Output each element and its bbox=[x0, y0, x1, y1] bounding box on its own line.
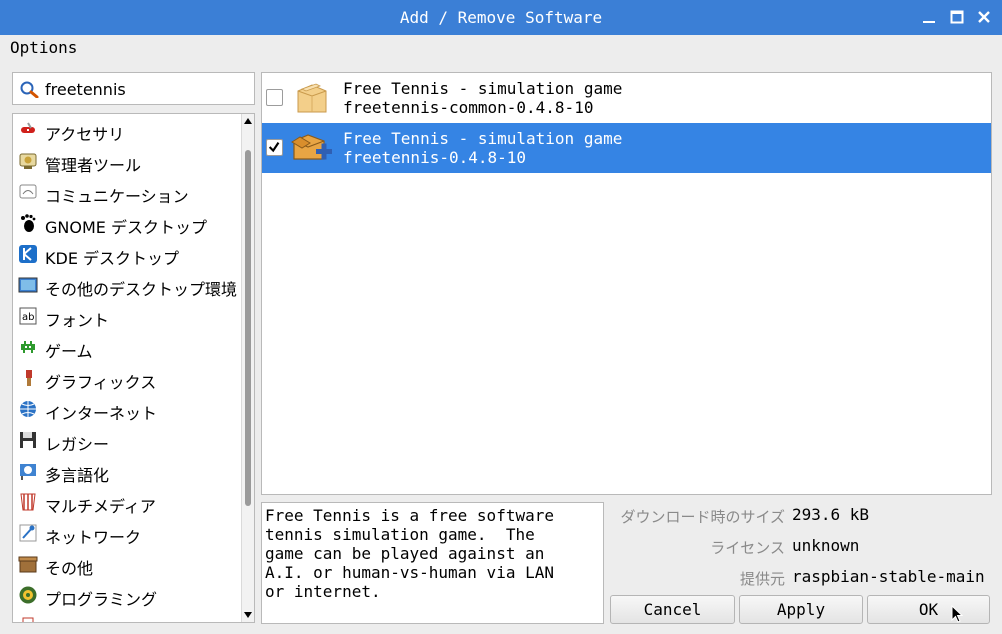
desktop-environment-icon bbox=[18, 277, 38, 293]
category-label: マルチメディア bbox=[45, 497, 156, 516]
swiss-knife-icon bbox=[21, 122, 35, 133]
category-item[interactable]: ネットワーク bbox=[13, 518, 241, 549]
communication-icon bbox=[19, 184, 37, 199]
cancel-button[interactable]: Cancel bbox=[610, 595, 735, 624]
category-label: 印刷・出版 bbox=[45, 617, 125, 622]
ok-button[interactable]: OK bbox=[867, 595, 990, 624]
package-box-icon bbox=[297, 83, 327, 113]
source-label: 提供元 bbox=[739, 570, 785, 588]
category-label: その他 bbox=[45, 559, 94, 578]
svg-text:ab: ab bbox=[22, 312, 34, 323]
scroll-down-icon[interactable] bbox=[244, 612, 252, 618]
menu-bar: Options bbox=[0, 35, 1002, 61]
box-icon bbox=[18, 556, 38, 573]
multimedia-icon bbox=[20, 493, 36, 511]
package-name: Free Tennis - simulation game bbox=[343, 129, 623, 148]
scroll-up-icon[interactable] bbox=[244, 118, 252, 124]
category-item[interactable]: グラフィックス bbox=[13, 363, 241, 394]
category-label: プログラミング bbox=[45, 590, 158, 609]
admin-tools-icon bbox=[19, 153, 37, 169]
minimize-icon bbox=[923, 21, 935, 23]
font-icon: ab bbox=[19, 307, 37, 325]
localization-icon bbox=[20, 464, 36, 480]
category-item[interactable]: 管理者ツール bbox=[13, 146, 241, 177]
license-value: unknown bbox=[792, 536, 860, 555]
category-item[interactable]: アクセサリ bbox=[13, 115, 241, 146]
category-item[interactable]: GNOME デスクトップ bbox=[13, 208, 241, 239]
maximize-button[interactable] bbox=[949, 9, 965, 25]
category-item[interactable]: レガシー bbox=[13, 425, 241, 456]
floppy-icon bbox=[20, 432, 36, 448]
category-label: レガシー bbox=[45, 435, 110, 454]
category-label: インターネット bbox=[45, 404, 158, 423]
network-icon bbox=[19, 524, 37, 542]
category-label: GNOME デスクトップ bbox=[45, 218, 207, 237]
package-name: Free Tennis - simulation game bbox=[343, 79, 623, 98]
game-invader-icon bbox=[21, 341, 35, 353]
package-version: freetennis-0.4.8-10 bbox=[343, 148, 527, 167]
category-item[interactable]: ab フォント bbox=[13, 301, 241, 332]
close-button[interactable] bbox=[976, 9, 992, 25]
category-item[interactable]: インターネット bbox=[13, 394, 241, 425]
category-label: コミュニケーション bbox=[45, 187, 189, 206]
category-label: 多言語化 bbox=[45, 466, 110, 485]
paintbrush-icon bbox=[26, 370, 32, 386]
category-label: その他のデスクトップ環境 bbox=[45, 280, 238, 299]
package-description: Free Tennis is a free software tennis si… bbox=[261, 502, 604, 624]
package-checkbox[interactable] bbox=[266, 89, 283, 106]
license-label: ライセンス bbox=[710, 539, 785, 557]
category-item[interactable]: その他のデスクトップ環境 bbox=[13, 270, 241, 301]
category-label: ネットワーク bbox=[45, 528, 142, 547]
category-item[interactable]: プログラミング bbox=[13, 580, 241, 611]
package-version: freetennis-common-0.4.8-10 bbox=[343, 98, 594, 117]
maximize-icon bbox=[950, 10, 964, 24]
apply-button[interactable]: Apply bbox=[739, 595, 863, 624]
download-size-label: ダウンロード時のサイズ bbox=[620, 508, 785, 526]
package-install-icon bbox=[291, 134, 332, 160]
category-item[interactable]: マルチメディア bbox=[13, 487, 241, 518]
category-label: アクセサリ bbox=[45, 125, 125, 144]
category-label: KDE デスクトップ bbox=[45, 249, 180, 268]
close-icon bbox=[978, 11, 990, 23]
category-item[interactable]: KDE デスクトップ bbox=[13, 239, 241, 270]
category-item[interactable]: コミュニケーション bbox=[13, 177, 241, 208]
package-row[interactable]: Free Tennis - simulation game freetennis… bbox=[262, 73, 991, 123]
search-box[interactable] bbox=[12, 72, 255, 105]
category-item[interactable]: 印刷・出版 bbox=[13, 611, 241, 622]
category-item[interactable]: ゲーム bbox=[13, 332, 241, 363]
package-checkbox[interactable] bbox=[266, 139, 283, 156]
programming-icon bbox=[19, 586, 37, 604]
category-label: ゲーム bbox=[45, 342, 93, 361]
category-item[interactable]: その他 bbox=[13, 549, 241, 580]
package-row-selected[interactable]: Free Tennis - simulation game freetennis… bbox=[262, 123, 991, 173]
download-size-value: 293.6 kB bbox=[792, 505, 870, 524]
category-label: 管理者ツール bbox=[45, 156, 142, 175]
window-title: Add / Remove Software bbox=[399, 8, 603, 27]
checkmark-icon bbox=[268, 142, 280, 153]
gnome-foot-icon bbox=[21, 214, 36, 232]
category-label: フォント bbox=[45, 311, 110, 330]
search-input[interactable] bbox=[45, 78, 245, 100]
globe-icon bbox=[20, 401, 36, 417]
package-list[interactable]: Free Tennis - simulation game freetennis… bbox=[261, 72, 992, 495]
menu-options[interactable]: Options bbox=[10, 38, 77, 57]
search-icon bbox=[20, 81, 39, 98]
title-bar: Add / Remove Software bbox=[0, 0, 1002, 35]
source-value: raspbian-stable-main bbox=[792, 567, 985, 586]
scroll-thumb[interactable] bbox=[245, 150, 251, 506]
category-item[interactable]: 多言語化 bbox=[13, 456, 241, 487]
category-label: グラフィックス bbox=[45, 373, 157, 392]
category-scrollbar[interactable] bbox=[241, 114, 254, 622]
printing-icon bbox=[22, 617, 34, 622]
mouse-cursor-icon bbox=[951, 605, 963, 623]
category-list[interactable]: 印刷・出版 プログラミングその他 ネットワークマルチメディア多言語化 レガシー インター… bbox=[12, 113, 255, 623]
kde-icon bbox=[19, 245, 37, 263]
minimize-button[interactable] bbox=[921, 9, 937, 25]
